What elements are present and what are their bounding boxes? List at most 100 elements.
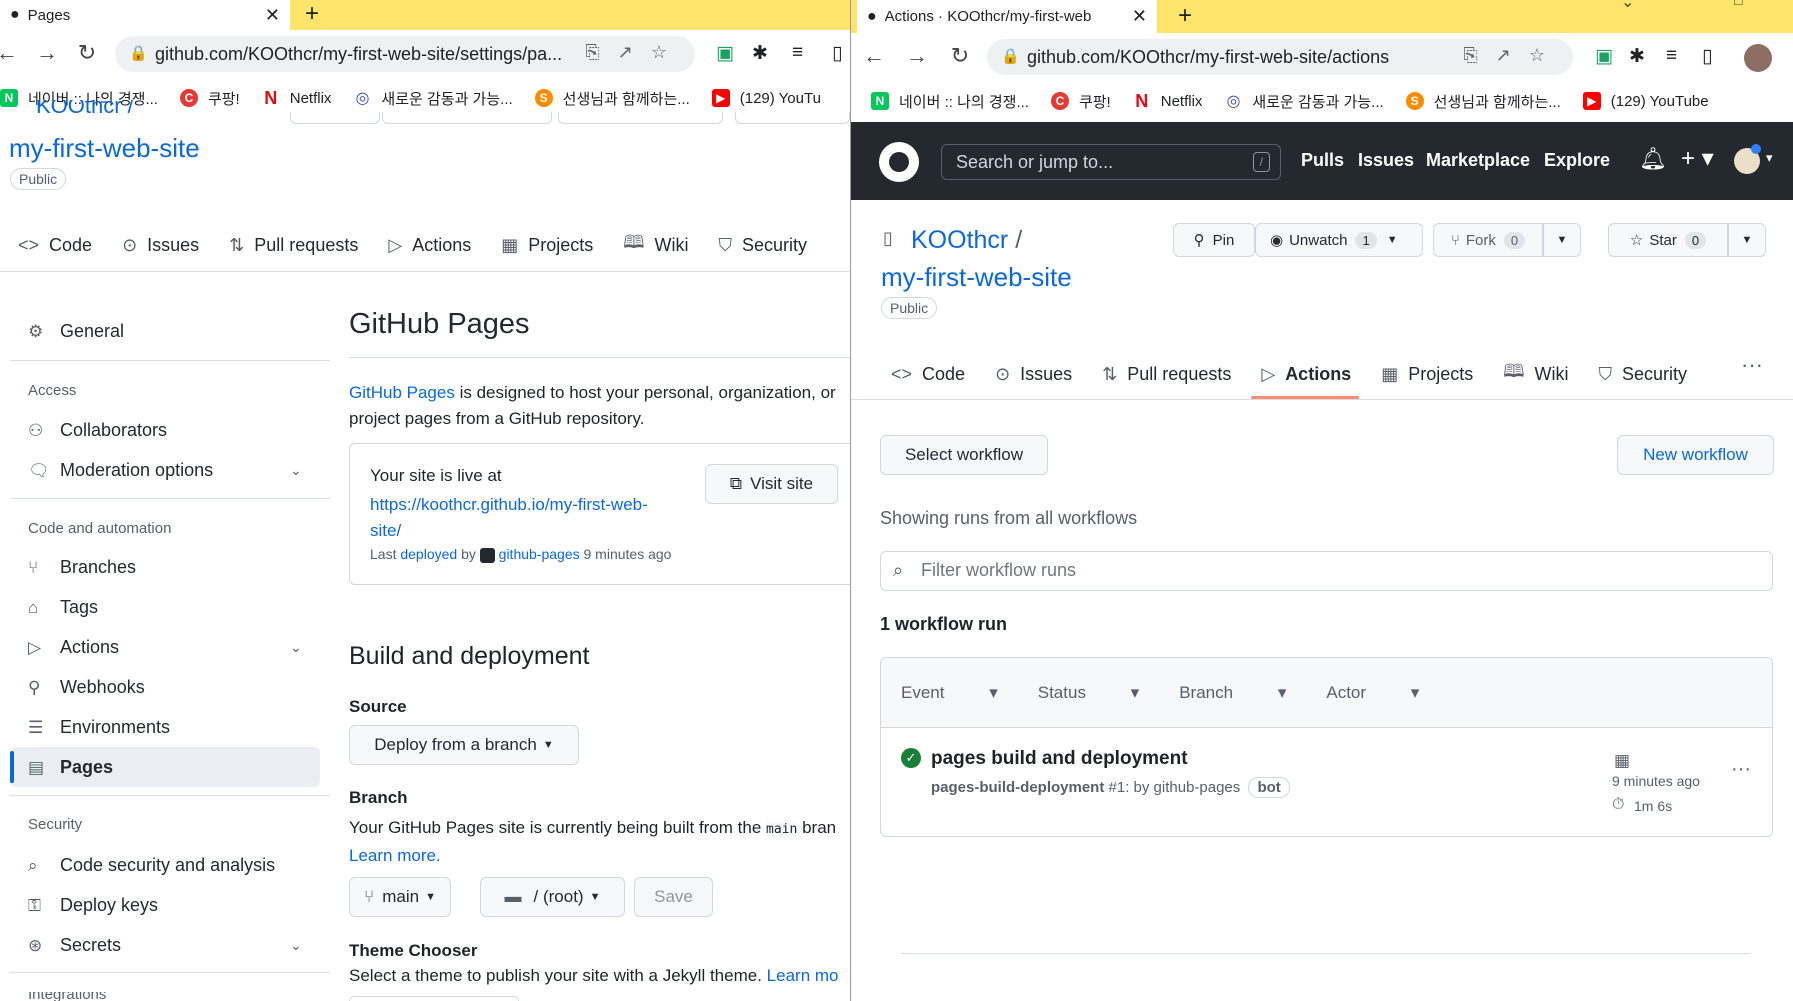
bookmark-5[interactable]: S 선생님과 함께하는...: [534, 88, 690, 109]
owner-link-partial[interactable]: KOOthcr /: [36, 100, 134, 118]
back-icon[interactable]: ←: [0, 40, 22, 66]
tab-issues[interactable]: ⊙ Issues: [122, 235, 199, 256]
address-bar[interactable]: 🔒 github.com/KOOthcr/my-first-web-site/s…: [115, 36, 695, 72]
search-input[interactable]: Search or jump to... /: [941, 144, 1281, 180]
header-button-partial[interactable]: [382, 112, 552, 124]
forward-icon[interactable]: →: [32, 40, 62, 66]
run-title[interactable]: pages build and deployment: [931, 748, 1188, 770]
github-pages-link[interactable]: github-pages: [499, 546, 580, 562]
header-nav-issues[interactable]: Issues: [1358, 150, 1414, 171]
address-bar-icons[interactable]: ⎘↗☆: [1463, 45, 1563, 66]
sidebar-item-moderation[interactable]: 🗨 Moderation options: [28, 460, 213, 481]
tab-wiki[interactable]: 🕮 Wiki: [1503, 359, 1568, 389]
bookmark-youtube[interactable]: ▶ (129) YouTube: [1582, 92, 1709, 110]
bookmark-naver[interactable]: N 네이버 :: 나의 경쟁...: [871, 91, 1029, 112]
theme-button-partial[interactable]: [349, 996, 519, 1001]
header-button-partial[interactable]: [735, 112, 850, 124]
back-icon[interactable]: ←: [859, 43, 889, 69]
extension-icon[interactable]: ▣: [1595, 45, 1613, 68]
owner-link[interactable]: KOOthcr: [911, 226, 1008, 254]
puzzle-icon[interactable]: ✱: [1629, 45, 1645, 68]
tab-issues[interactable]: ⊙ Issues: [995, 364, 1072, 385]
sidebar-item-actions[interactable]: ▷ Actions: [28, 637, 119, 658]
address-bar-icons[interactable]: ⎘↗☆: [585, 42, 685, 63]
bookmark-netflix[interactable]: N Netflix: [1132, 91, 1202, 111]
header-button-partial[interactable]: [558, 112, 723, 124]
bookmark-coupang[interactable]: C 쿠팡!: [179, 88, 240, 109]
sidebar-item-deploy-keys[interactable]: ⚿ Deploy keys: [28, 895, 158, 916]
chevron-down-icon[interactable]: ⌄: [290, 639, 302, 656]
sidebar-item-general[interactable]: ⚙ General: [28, 321, 124, 342]
browser-tab-pages[interactable]: ● Pages ✕: [0, 0, 290, 30]
forward-icon[interactable]: →: [902, 43, 932, 69]
branch-dropdown[interactable]: ⑂ main ▼: [349, 877, 451, 917]
new-tab-button[interactable]: +: [1178, 2, 1192, 30]
caret-down-icon[interactable]: ▾: [1766, 150, 1773, 166]
reload-icon[interactable]: ↻: [945, 43, 975, 69]
sidebar-item-branches[interactable]: ⑂ Branches: [28, 557, 136, 578]
new-tab-button[interactable]: +: [305, 0, 319, 28]
live-url-link[interactable]: https://koothcr.github.io/my-first-web-s…: [370, 492, 648, 544]
header-button-partial[interactable]: [290, 112, 380, 124]
puzzle-icon[interactable]: ✱: [752, 42, 768, 65]
tab-code[interactable]: <> Code: [18, 235, 92, 256]
header-nav-marketplace[interactable]: Marketplace: [1426, 150, 1530, 171]
tab-pull-requests[interactable]: ⇅ Pull requests: [1102, 364, 1231, 385]
github-pages-link[interactable]: GitHub Pages: [349, 383, 455, 402]
folder-dropdown[interactable]: ▬ / (root) ▼: [480, 877, 625, 917]
header-nav-pulls[interactable]: Pulls: [1301, 150, 1344, 171]
reload-icon[interactable]: ↻: [72, 40, 102, 66]
sidebar-item-secrets[interactable]: ⊛ Secrets: [28, 935, 121, 956]
bell-icon[interactable]: 🔔︎: [1639, 146, 1667, 172]
tab-wiki[interactable]: 🕮 Wiki: [623, 230, 688, 260]
learn-more-link[interactable]: Learn more.: [349, 846, 441, 865]
more-icon[interactable]: ···: [1741, 352, 1763, 378]
deployed-link[interactable]: deployed: [400, 546, 457, 562]
sidepanel-icon[interactable]: ▯: [1702, 45, 1712, 68]
browser-tab-actions[interactable]: ● Actions · KOOthcr/my-first-web ✕: [857, 0, 1157, 33]
save-button[interactable]: Save: [634, 877, 713, 917]
fork-button[interactable]: ⑂ Fork 0: [1433, 223, 1543, 257]
address-bar[interactable]: 🔒 github.com/KOOthcr/my-first-web-site/a…: [987, 39, 1573, 75]
tab-projects[interactable]: ▦ Projects: [1381, 364, 1473, 385]
close-tab-icon[interactable]: ✕: [265, 5, 280, 26]
tab-search-icon[interactable]: ⌄: [1621, 0, 1634, 12]
repo-name-link[interactable]: my-first-web-site: [9, 133, 200, 164]
chevron-down-icon[interactable]: ⌄: [290, 937, 302, 954]
new-workflow-button[interactable]: New workflow: [1617, 435, 1774, 475]
sidebar-item-code-security[interactable]: ⌕ Code security and analysis: [28, 855, 275, 876]
star-dropdown[interactable]: ▼: [1728, 223, 1766, 257]
filter-actor[interactable]: Actor ▾: [1326, 683, 1419, 703]
sidebar-item-webhooks[interactable]: ⚲ Webhooks: [28, 677, 145, 698]
filter-runs-input[interactable]: ⌕ Filter workflow runs: [880, 551, 1773, 591]
bookmark-youtube[interactable]: ▶ (129) YouTu: [711, 89, 821, 107]
tab-pull-requests[interactable]: ⇅ Pull requests: [229, 235, 358, 256]
maximize-icon[interactable]: □: [1734, 0, 1742, 8]
tab-projects[interactable]: ▦ Projects: [501, 235, 593, 256]
run-more-icon[interactable]: ···: [1731, 758, 1751, 781]
filter-event[interactable]: Event ▾: [901, 683, 998, 703]
sidebar-item-collaborators[interactable]: ⚇ Collaborators: [28, 420, 167, 441]
sidebar-item-tags[interactable]: ⌂ Tags: [28, 597, 98, 618]
sidebar-item-environments[interactable]: ☰ Environments: [28, 717, 170, 738]
extension-icon[interactable]: ▣: [716, 42, 734, 65]
bookmark-4[interactable]: ◎ 새로운 감동과 가능...: [1224, 91, 1384, 112]
header-nav-explore[interactable]: Explore: [1544, 150, 1610, 171]
sidebar-item-pages[interactable]: ▤ Pages: [28, 757, 113, 778]
unwatch-button[interactable]: ◉ Unwatch 1 ▼: [1255, 223, 1423, 257]
theme-learn-link[interactable]: Learn mo: [767, 966, 839, 985]
tab-code[interactable]: <> Code: [891, 364, 965, 385]
profile-avatar[interactable]: [1744, 44, 1772, 72]
visit-site-button[interactable]: ⧉ Visit site: [705, 464, 838, 504]
bookmark-netflix[interactable]: N Netflix: [261, 88, 331, 108]
tab-security[interactable]: ⛉ Security: [1598, 364, 1687, 385]
bookmark-coupang[interactable]: C 쿠팡!: [1050, 91, 1111, 112]
fork-dropdown[interactable]: ▼: [1543, 223, 1581, 257]
media-icon[interactable]: ≡: [792, 42, 803, 64]
pin-button[interactable]: ⚲ Pin: [1173, 223, 1255, 257]
source-dropdown[interactable]: Deploy from a branch ▼: [349, 725, 579, 765]
select-workflow-button[interactable]: Select workflow: [880, 435, 1048, 475]
filter-branch[interactable]: Branch ▾: [1179, 683, 1286, 703]
star-button[interactable]: ☆ Star 0: [1608, 223, 1728, 257]
filter-status[interactable]: Status ▾: [1038, 683, 1139, 703]
